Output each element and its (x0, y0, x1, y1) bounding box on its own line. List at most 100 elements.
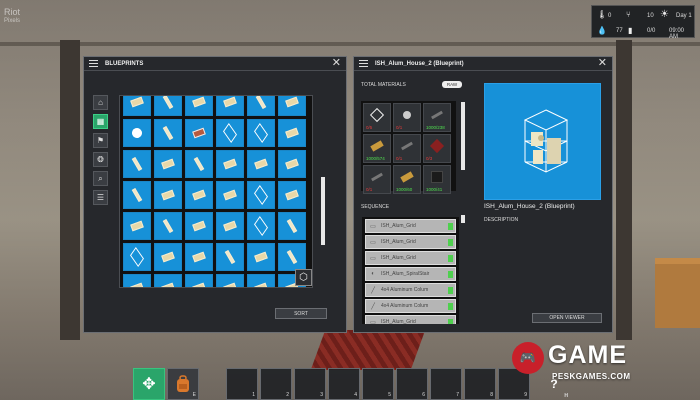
blueprint-tile[interactable] (216, 243, 244, 271)
backpack-slot[interactable]: E (167, 368, 199, 400)
material-cell[interactable]: 0/5 (363, 103, 391, 132)
cube-view-button[interactable]: ⬡ (295, 269, 312, 286)
material-cell[interactable]: 0/1 (393, 134, 421, 163)
materials-grid: 0/5 0/1 1000/238 1000/574 0/1 0/3 0/1 1000/60 10… (361, 101, 456, 194)
open-viewer-button[interactable]: OPEN VIEWER (532, 313, 602, 323)
material-cell[interactable]: 0/1 (393, 103, 421, 132)
blueprints-panel-header: BLUEPRINTS ✕ (84, 57, 346, 71)
blueprint-tile[interactable] (247, 212, 275, 240)
blueprint-tile[interactable] (278, 212, 306, 240)
material-cell[interactable]: 1000/41 (423, 165, 451, 194)
hotbar-slot[interactable]: 3 (294, 368, 326, 400)
blueprint-tile[interactable] (185, 119, 213, 147)
material-cell[interactable]: 1000/60 (393, 165, 421, 194)
sequence-item[interactable]: ▭ ISH_Alum_Grid (365, 235, 456, 249)
blueprint-tile[interactable] (154, 243, 182, 271)
sequence-item[interactable]: ▭ ISH_Alum_Grid (365, 219, 456, 233)
blueprint-thumbnail (192, 220, 206, 232)
brain-category-button[interactable]: ❂ (93, 152, 108, 167)
blueprint-tile[interactable] (123, 274, 151, 287)
blueprint-tile[interactable] (185, 243, 213, 271)
description-label: DESCRIPTION (484, 217, 519, 223)
blueprint-tile[interactable] (154, 181, 182, 209)
blueprint-tile[interactable] (278, 243, 306, 271)
sequence-item[interactable]: ▭ ISH_Alum_Grid (365, 315, 456, 324)
hotbar-slot[interactable]: 1 (226, 368, 258, 400)
map-category-button[interactable]: ▦ (93, 114, 108, 129)
blueprint-tile[interactable] (247, 119, 275, 147)
sequence-item[interactable]: ╱ 4x4 Aluminum Colum (365, 283, 456, 297)
blueprint-tile[interactable] (185, 181, 213, 209)
home-category-button[interactable]: ⌂ (93, 95, 108, 110)
blueprint-tile[interactable] (247, 96, 275, 116)
hotbar-slot[interactable]: 4 (328, 368, 360, 400)
sequence-item[interactable]: ◐ ISH_Alum_SpiralStair (365, 267, 456, 281)
blueprint-tile[interactable] (154, 96, 182, 116)
move-tool-slot[interactable]: ✥ (133, 368, 165, 400)
list-category-button[interactable]: ☰ (93, 190, 108, 205)
material-icon (403, 111, 411, 120)
blueprint-tile[interactable] (216, 212, 244, 240)
blueprint-tile[interactable] (247, 274, 275, 287)
blueprint-tile[interactable] (185, 150, 213, 178)
menu-icon[interactable] (359, 60, 368, 67)
hotbar-slot[interactable]: 5 (362, 368, 394, 400)
close-icon[interactable]: ✕ (332, 58, 341, 69)
blueprint-tile[interactable] (247, 181, 275, 209)
blueprint-tile[interactable] (185, 274, 213, 287)
sequence-status-indicator (448, 303, 453, 310)
sort-button[interactable]: SORT (275, 308, 327, 319)
blueprint-tile[interactable] (247, 150, 275, 178)
materials-scrollbar[interactable] (461, 102, 465, 170)
blueprint-tile[interactable] (185, 96, 213, 116)
blueprint-tile[interactable] (123, 181, 151, 209)
blueprint-tile[interactable] (154, 150, 182, 178)
material-icon (431, 171, 443, 184)
raw-toggle[interactable]: RAW (442, 81, 462, 88)
blueprint-tile[interactable] (216, 274, 244, 287)
blueprint-detail-panel: ISH_Alum_House_2 (Blueprint) ✕ TOTAL MAT… (353, 56, 613, 333)
hotbar-slot[interactable]: 8 (464, 368, 496, 400)
material-icon (369, 108, 385, 123)
blueprint-tile[interactable] (154, 212, 182, 240)
blueprint-tile[interactable] (278, 181, 306, 209)
blueprint-tile[interactable] (123, 243, 151, 271)
material-cell[interactable]: 1000/574 (363, 134, 391, 163)
material-cell[interactable]: 0/3 (423, 134, 451, 163)
blueprint-tile[interactable] (278, 96, 306, 116)
hud-top-left-value: 0 (608, 13, 612, 19)
blueprint-tile[interactable] (185, 212, 213, 240)
blueprint-scrollbar[interactable] (321, 177, 325, 245)
search-category-button[interactable]: ⌕ (93, 171, 108, 186)
hotbar-slot[interactable]: 7 (430, 368, 462, 400)
blueprint-thumbnail (286, 218, 298, 234)
blueprint-tile[interactable] (154, 119, 182, 147)
sequence-scrollbar[interactable] (461, 215, 465, 223)
blueprint-tile[interactable] (278, 150, 306, 178)
blueprint-tile[interactable] (216, 119, 244, 147)
time-label: 09:00 AM (669, 28, 685, 40)
sequence-item[interactable]: ╱ 4x4 Aluminum Colum (365, 299, 456, 313)
flag-category-button[interactable]: ⚑ (93, 133, 108, 148)
blueprint-tile[interactable] (123, 212, 151, 240)
hotbar-slot[interactable]: 2 (260, 368, 292, 400)
category-toolbar: ⌂ ▦ ⚑ ❂ ⌕ ☰ (93, 95, 109, 209)
hotbar-slot[interactable]: 6 (396, 368, 428, 400)
blueprint-tile[interactable] (123, 96, 151, 116)
material-cell[interactable]: 0/1 (363, 165, 391, 194)
close-icon[interactable]: ✕ (598, 58, 607, 69)
blueprint-tile[interactable] (123, 150, 151, 178)
sequence-item-label: 4x4 Aluminum Colum (381, 287, 429, 293)
blueprint-thumbnail (161, 251, 175, 263)
material-cell[interactable]: 1000/238 (423, 103, 451, 132)
menu-icon[interactable] (89, 60, 98, 67)
blueprint-tile[interactable] (216, 181, 244, 209)
blueprint-tile[interactable] (216, 96, 244, 116)
blueprint-tile[interactable] (123, 119, 151, 147)
blueprint-tile[interactable] (154, 274, 182, 287)
sequence-item[interactable]: ▭ ISH_Alum_Grid (365, 251, 456, 265)
blueprint-tile[interactable] (216, 150, 244, 178)
blueprint-tile[interactable] (247, 243, 275, 271)
blueprint-tile[interactable] (278, 119, 306, 147)
material-count: 0/1 (396, 125, 403, 130)
